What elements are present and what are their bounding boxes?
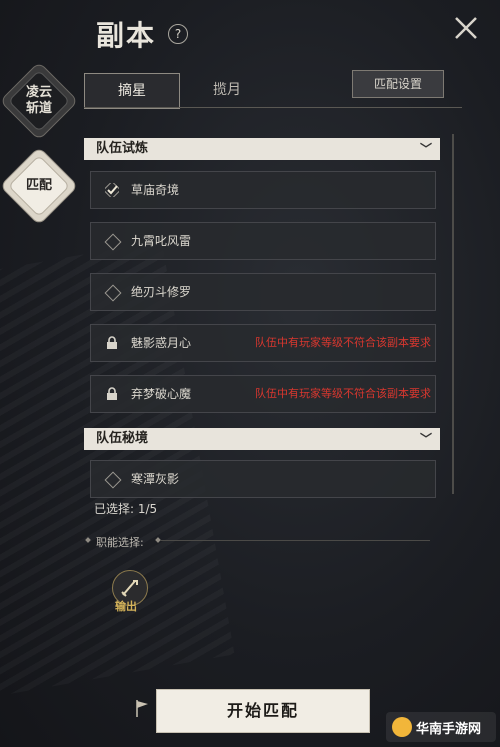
dungeon-name: 九霄叱风雷 bbox=[131, 234, 192, 248]
checkbox-empty-icon bbox=[104, 284, 122, 302]
match-settings-button[interactable]: 匹配设置 bbox=[352, 70, 444, 98]
flag-icon bbox=[136, 700, 148, 717]
section-header-team-trial[interactable]: 队伍试炼 ﹀ bbox=[84, 138, 440, 160]
watermark: 华南手游网 bbox=[386, 712, 496, 742]
side-nav-match[interactable]: 匹配 bbox=[0, 146, 79, 226]
checkmark-icon bbox=[105, 183, 119, 197]
level-warning: 队伍中有玩家等级不符合该副本要求 bbox=[255, 387, 431, 400]
role-selection-label: 职能选择: bbox=[96, 536, 144, 549]
section-header-team-secret[interactable]: 队伍秘境 ﹀ bbox=[84, 428, 440, 450]
chevron-down-icon: ﹀ bbox=[419, 142, 432, 156]
dungeon-name: 寒潭灰影 bbox=[131, 472, 180, 486]
side-nav-lingyun-label: 凌云 斩道 bbox=[25, 85, 52, 116]
page-title: 副本 bbox=[96, 19, 157, 52]
tab-divider bbox=[84, 107, 462, 108]
role-divider bbox=[160, 540, 430, 541]
selected-count: 已选择: 1/5 bbox=[94, 502, 158, 516]
dungeon-row: 弃梦破心魔 队伍中有玩家等级不符合该副本要求 bbox=[90, 375, 436, 413]
checkbox-empty-icon bbox=[104, 233, 122, 251]
tab-zhaixing[interactable]: 摘星 bbox=[84, 73, 180, 109]
dungeon-row: 魅影惑月心 队伍中有玩家等级不符合该副本要求 bbox=[90, 324, 436, 362]
role-label: 输出 bbox=[115, 600, 137, 613]
close-icon[interactable] bbox=[452, 14, 480, 42]
section-title: 队伍秘境 bbox=[96, 431, 149, 446]
level-warning: 队伍中有玩家等级不符合该副本要求 bbox=[255, 336, 431, 349]
dungeon-row[interactable]: 草庙奇境 bbox=[90, 171, 436, 209]
dungeon-name: 绝刃斗修罗 bbox=[131, 285, 192, 299]
scrollbar[interactable] bbox=[452, 134, 454, 494]
dungeon-row[interactable]: 九霄叱风雷 bbox=[90, 222, 436, 260]
dungeon-name: 草庙奇境 bbox=[131, 183, 180, 197]
watermark-logo bbox=[392, 717, 412, 737]
watermark-text: 华南手游网 bbox=[416, 722, 482, 737]
lock-icon bbox=[107, 336, 117, 349]
side-nav-match-label: 匹配 bbox=[25, 178, 52, 193]
section-title: 队伍试炼 bbox=[96, 141, 149, 156]
dungeon-row[interactable]: 寒潭灰影 bbox=[90, 460, 436, 498]
help-icon[interactable]: ? bbox=[168, 24, 188, 44]
side-nav-lingyun[interactable]: 凌云 斩道 bbox=[0, 61, 79, 141]
lock-icon bbox=[107, 387, 117, 400]
dungeon-name: 弃梦破心魔 bbox=[131, 387, 192, 401]
dungeon-row[interactable]: 绝刃斗修罗 bbox=[90, 273, 436, 311]
dungeon-name: 魅影惑月心 bbox=[131, 336, 192, 350]
tab-lanyue[interactable]: 揽月 bbox=[180, 73, 274, 107]
checkbox-empty-icon bbox=[104, 471, 122, 489]
start-match-button[interactable]: 开始匹配 bbox=[156, 689, 370, 733]
chevron-down-icon: ﹀ bbox=[419, 432, 432, 446]
